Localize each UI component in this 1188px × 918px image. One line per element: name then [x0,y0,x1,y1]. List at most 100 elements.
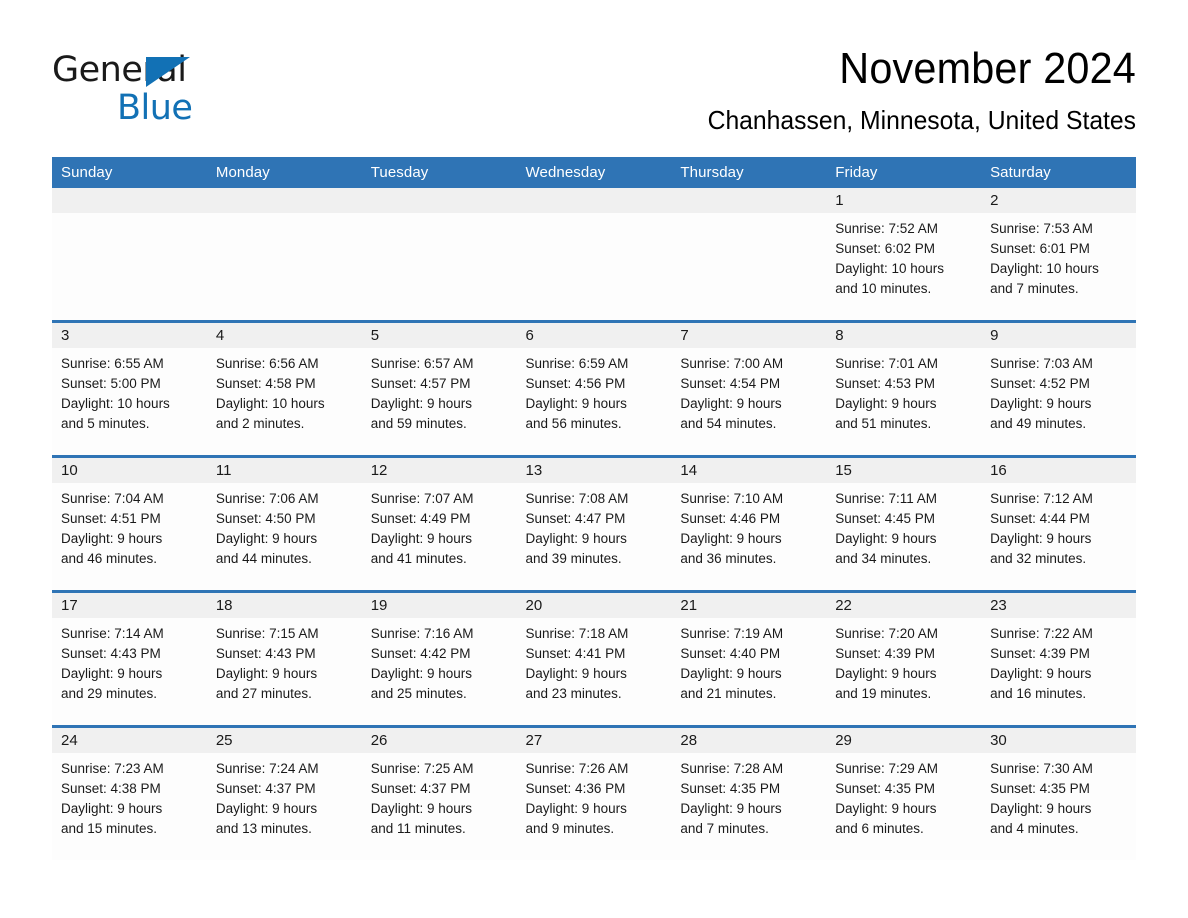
calendar-week-row: 1 Sunrise: 7:52 AM Sunset: 6:02 PM Daylight… [52,187,1136,322]
sunrise-text: Sunrise: 6:57 AM [370,355,474,371]
daylight-text-line1: Daylight: 9 hours [525,665,627,681]
daylight-text-line2: and 5 minutes. [61,415,150,431]
day-cell[interactable]: 27 Sunrise: 7:26 AM Sunset: 4:36 PM Dayligh… [516,724,672,860]
day-cell[interactable]: 20 Sunrise: 7:18 AM Sunset: 4:41 PM Dayligh… [516,589,672,727]
sunrise-text: Sunrise: 7:11 AM [835,490,938,506]
day-cell[interactable]: 13 Sunrise: 7:08 AM Sunset: 4:47 PM Dayligh… [516,454,672,592]
day-cell[interactable]: 10 Sunrise: 7:04 AM Sunset: 4:51 PM Dayligh… [52,454,207,592]
day-number: 3 [52,322,207,348]
day-cell[interactable]: 24 Sunrise: 7:23 AM Sunset: 4:38 PM Dayligh… [52,724,207,860]
day-cell[interactable]: 23 Sunrise: 7:22 AM Sunset: 4:39 PM Dayligh… [981,589,1136,727]
weekday-header-sunday: Sunday [52,156,207,188]
day-number: 21 [671,592,827,618]
day-number: 24 [52,727,207,753]
calendar-body: 1 Sunrise: 7:52 AM Sunset: 6:02 PM Daylight… [52,187,1136,860]
day-number: 17 [52,592,207,618]
day-cell[interactable]: 22 Sunrise: 7:20 AM Sunset: 4:39 PM Dayligh… [826,589,982,727]
daylight-text-line1: Daylight: 9 hours [990,530,1092,546]
day-cell[interactable]: 1 Sunrise: 7:52 AM Sunset: 6:02 PM Daylight… [826,187,982,322]
day-cell[interactable]: 9 Sunrise: 7:03 AM Sunset: 4:52 PM Daylight… [981,319,1136,457]
daylight-text-line2: and 41 minutes. [370,550,467,566]
sunset-text: Sunset: 4:40 PM [680,645,781,661]
day-number-band [516,187,672,213]
daylight-text-line1: Daylight: 9 hours [525,800,627,816]
day-cell[interactable]: 7 Sunrise: 7:00 AM Sunset: 4:54 PM Daylight… [671,319,827,457]
sunset-text: Sunset: 4:53 PM [835,375,936,391]
month-calendar-table: Sunday Monday Tuesday Wednesday Thursday Frid… [52,156,1136,860]
day-details: Sunrise: 6:55 AM Sunset: 5:00 PM Daylight:… [52,348,207,434]
day-cell[interactable]: 16 Sunrise: 7:12 AM Sunset: 4:44 PM Dayligh… [981,454,1136,592]
sunset-text: Sunset: 4:52 PM [990,375,1090,391]
daylight-text-line1: Daylight: 9 hours [835,530,937,546]
sunset-text: Sunset: 4:49 PM [370,510,471,526]
day-cell[interactable]: 29 Sunrise: 7:29 AM Sunset: 4:35 PM Dayligh… [826,724,982,860]
sunrise-text: Sunrise: 7:30 AM [990,760,1093,776]
daylight-text-line1: Daylight: 9 hours [370,665,472,681]
day-cell[interactable]: 17 Sunrise: 7:14 AM Sunset: 4:43 PM Dayligh… [52,589,207,727]
day-number: 18 [206,592,362,618]
day-cell[interactable]: 26 Sunrise: 7:25 AM Sunset: 4:37 PM Dayligh… [361,724,517,860]
day-details: Sunrise: 7:26 AM Sunset: 4:36 PM Daylight:… [517,753,672,839]
day-details: Sunrise: 7:52 AM Sunset: 6:02 PM Daylight:… [826,213,981,299]
day-cell[interactable]: 18 Sunrise: 7:15 AM Sunset: 4:43 PM Dayligh… [206,589,362,727]
sunset-text: Sunset: 4:35 PM [680,780,781,796]
day-cell[interactable]: 12 Sunrise: 7:07 AM Sunset: 4:49 PM Dayligh… [361,454,517,592]
day-details: Sunrise: 7:28 AM Sunset: 4:35 PM Daylight:… [671,753,826,839]
day-number: 14 [671,457,827,483]
day-details: Sunrise: 7:53 AM Sunset: 6:01 PM Daylight:… [981,213,1136,299]
day-number: 25 [206,727,362,753]
day-details: Sunrise: 7:00 AM Sunset: 4:54 PM Daylight:… [671,348,826,434]
daylight-text-line2: and 6 minutes. [835,820,924,836]
day-number: 26 [361,727,517,753]
sunset-text: Sunset: 4:42 PM [370,645,471,661]
daylight-text-line1: Daylight: 9 hours [215,530,318,546]
daylight-text-line2: and 21 minutes. [680,685,777,701]
sunrise-text: Sunrise: 7:28 AM [680,760,784,776]
sunset-text: Sunset: 6:02 PM [835,240,936,256]
day-cell[interactable]: 19 Sunrise: 7:16 AM Sunset: 4:42 PM Dayligh… [361,589,517,727]
day-number: 1 [826,187,982,213]
daylight-text-line2: and 34 minutes. [835,550,932,566]
daylight-text-line1: Daylight: 9 hours [215,665,318,681]
day-number: 12 [361,457,517,483]
day-cell-empty [206,187,362,322]
day-details: Sunrise: 7:23 AM Sunset: 4:38 PM Daylight:… [52,753,207,839]
day-cell[interactable]: 5 Sunrise: 6:57 AM Sunset: 4:57 PM Daylight… [361,319,517,457]
day-number: 30 [981,727,1136,753]
day-cell[interactable]: 3 Sunrise: 6:55 AM Sunset: 5:00 PM Daylight… [52,319,207,457]
sunrise-text: Sunrise: 7:16 AM [370,625,474,641]
day-details: Sunrise: 7:14 AM Sunset: 4:43 PM Daylight:… [52,618,207,704]
daylight-text-line1: Daylight: 9 hours [61,800,163,816]
day-details: Sunrise: 6:57 AM Sunset: 4:57 PM Daylight:… [362,348,517,434]
day-cell[interactable]: 6 Sunrise: 6:59 AM Sunset: 4:56 PM Daylight… [516,319,672,457]
calendar-week-row: 3 Sunrise: 6:55 AM Sunset: 5:00 PM Daylight… [52,319,1136,457]
daylight-text-line2: and 59 minutes. [370,415,467,431]
daylight-text-line2: and 32 minutes. [990,550,1087,566]
day-details: Sunrise: 6:59 AM Sunset: 4:56 PM Daylight:… [517,348,672,434]
day-cell[interactable]: 15 Sunrise: 7:11 AM Sunset: 4:45 PM Dayligh… [826,454,982,592]
sunrise-text: Sunrise: 6:55 AM [61,355,164,371]
day-cell[interactable]: 25 Sunrise: 7:24 AM Sunset: 4:37 PM Dayligh… [206,724,362,860]
day-cell[interactable]: 30 Sunrise: 7:30 AM Sunset: 4:35 PM Dayligh… [981,724,1136,860]
day-cell[interactable]: 2 Sunrise: 7:53 AM Sunset: 6:01 PM Daylight… [981,187,1136,322]
weekday-header-wednesday: Wednesday [516,156,672,188]
sunset-text: Sunset: 4:39 PM [835,645,936,661]
calendar-page: General Blue November 2024 Chanhassen, M… [0,0,1188,918]
day-details: Sunrise: 7:25 AM Sunset: 4:37 PM Daylight:… [362,753,517,839]
day-details: Sunrise: 7:10 AM Sunset: 4:46 PM Daylight:… [671,483,826,569]
day-cell[interactable]: 8 Sunrise: 7:01 AM Sunset: 4:53 PM Daylight… [826,319,982,457]
day-cell[interactable]: 14 Sunrise: 7:10 AM Sunset: 4:46 PM Dayligh… [671,454,827,592]
day-number: 9 [981,322,1136,348]
day-cell[interactable]: 21 Sunrise: 7:19 AM Sunset: 4:40 PM Dayligh… [671,589,827,727]
daylight-text-line1: Daylight: 9 hours [61,665,163,681]
daylight-text-line1: Daylight: 10 hours [990,260,1099,276]
day-cell[interactable]: 11 Sunrise: 7:06 AM Sunset: 4:50 PM Dayligh… [206,454,362,592]
general-blue-logo: General Blue [52,44,212,128]
day-number: 7 [671,322,827,348]
day-cell[interactable]: 4 Sunrise: 6:56 AM Sunset: 4:58 PM Daylight… [206,319,362,457]
daylight-text-line2: and 54 minutes. [680,415,777,431]
sunset-text: Sunset: 4:44 PM [990,510,1090,526]
daylight-text-line2: and 19 minutes. [835,685,932,701]
day-cell[interactable]: 28 Sunrise: 7:28 AM Sunset: 4:35 PM Dayligh… [671,724,827,860]
day-number: 15 [826,457,982,483]
